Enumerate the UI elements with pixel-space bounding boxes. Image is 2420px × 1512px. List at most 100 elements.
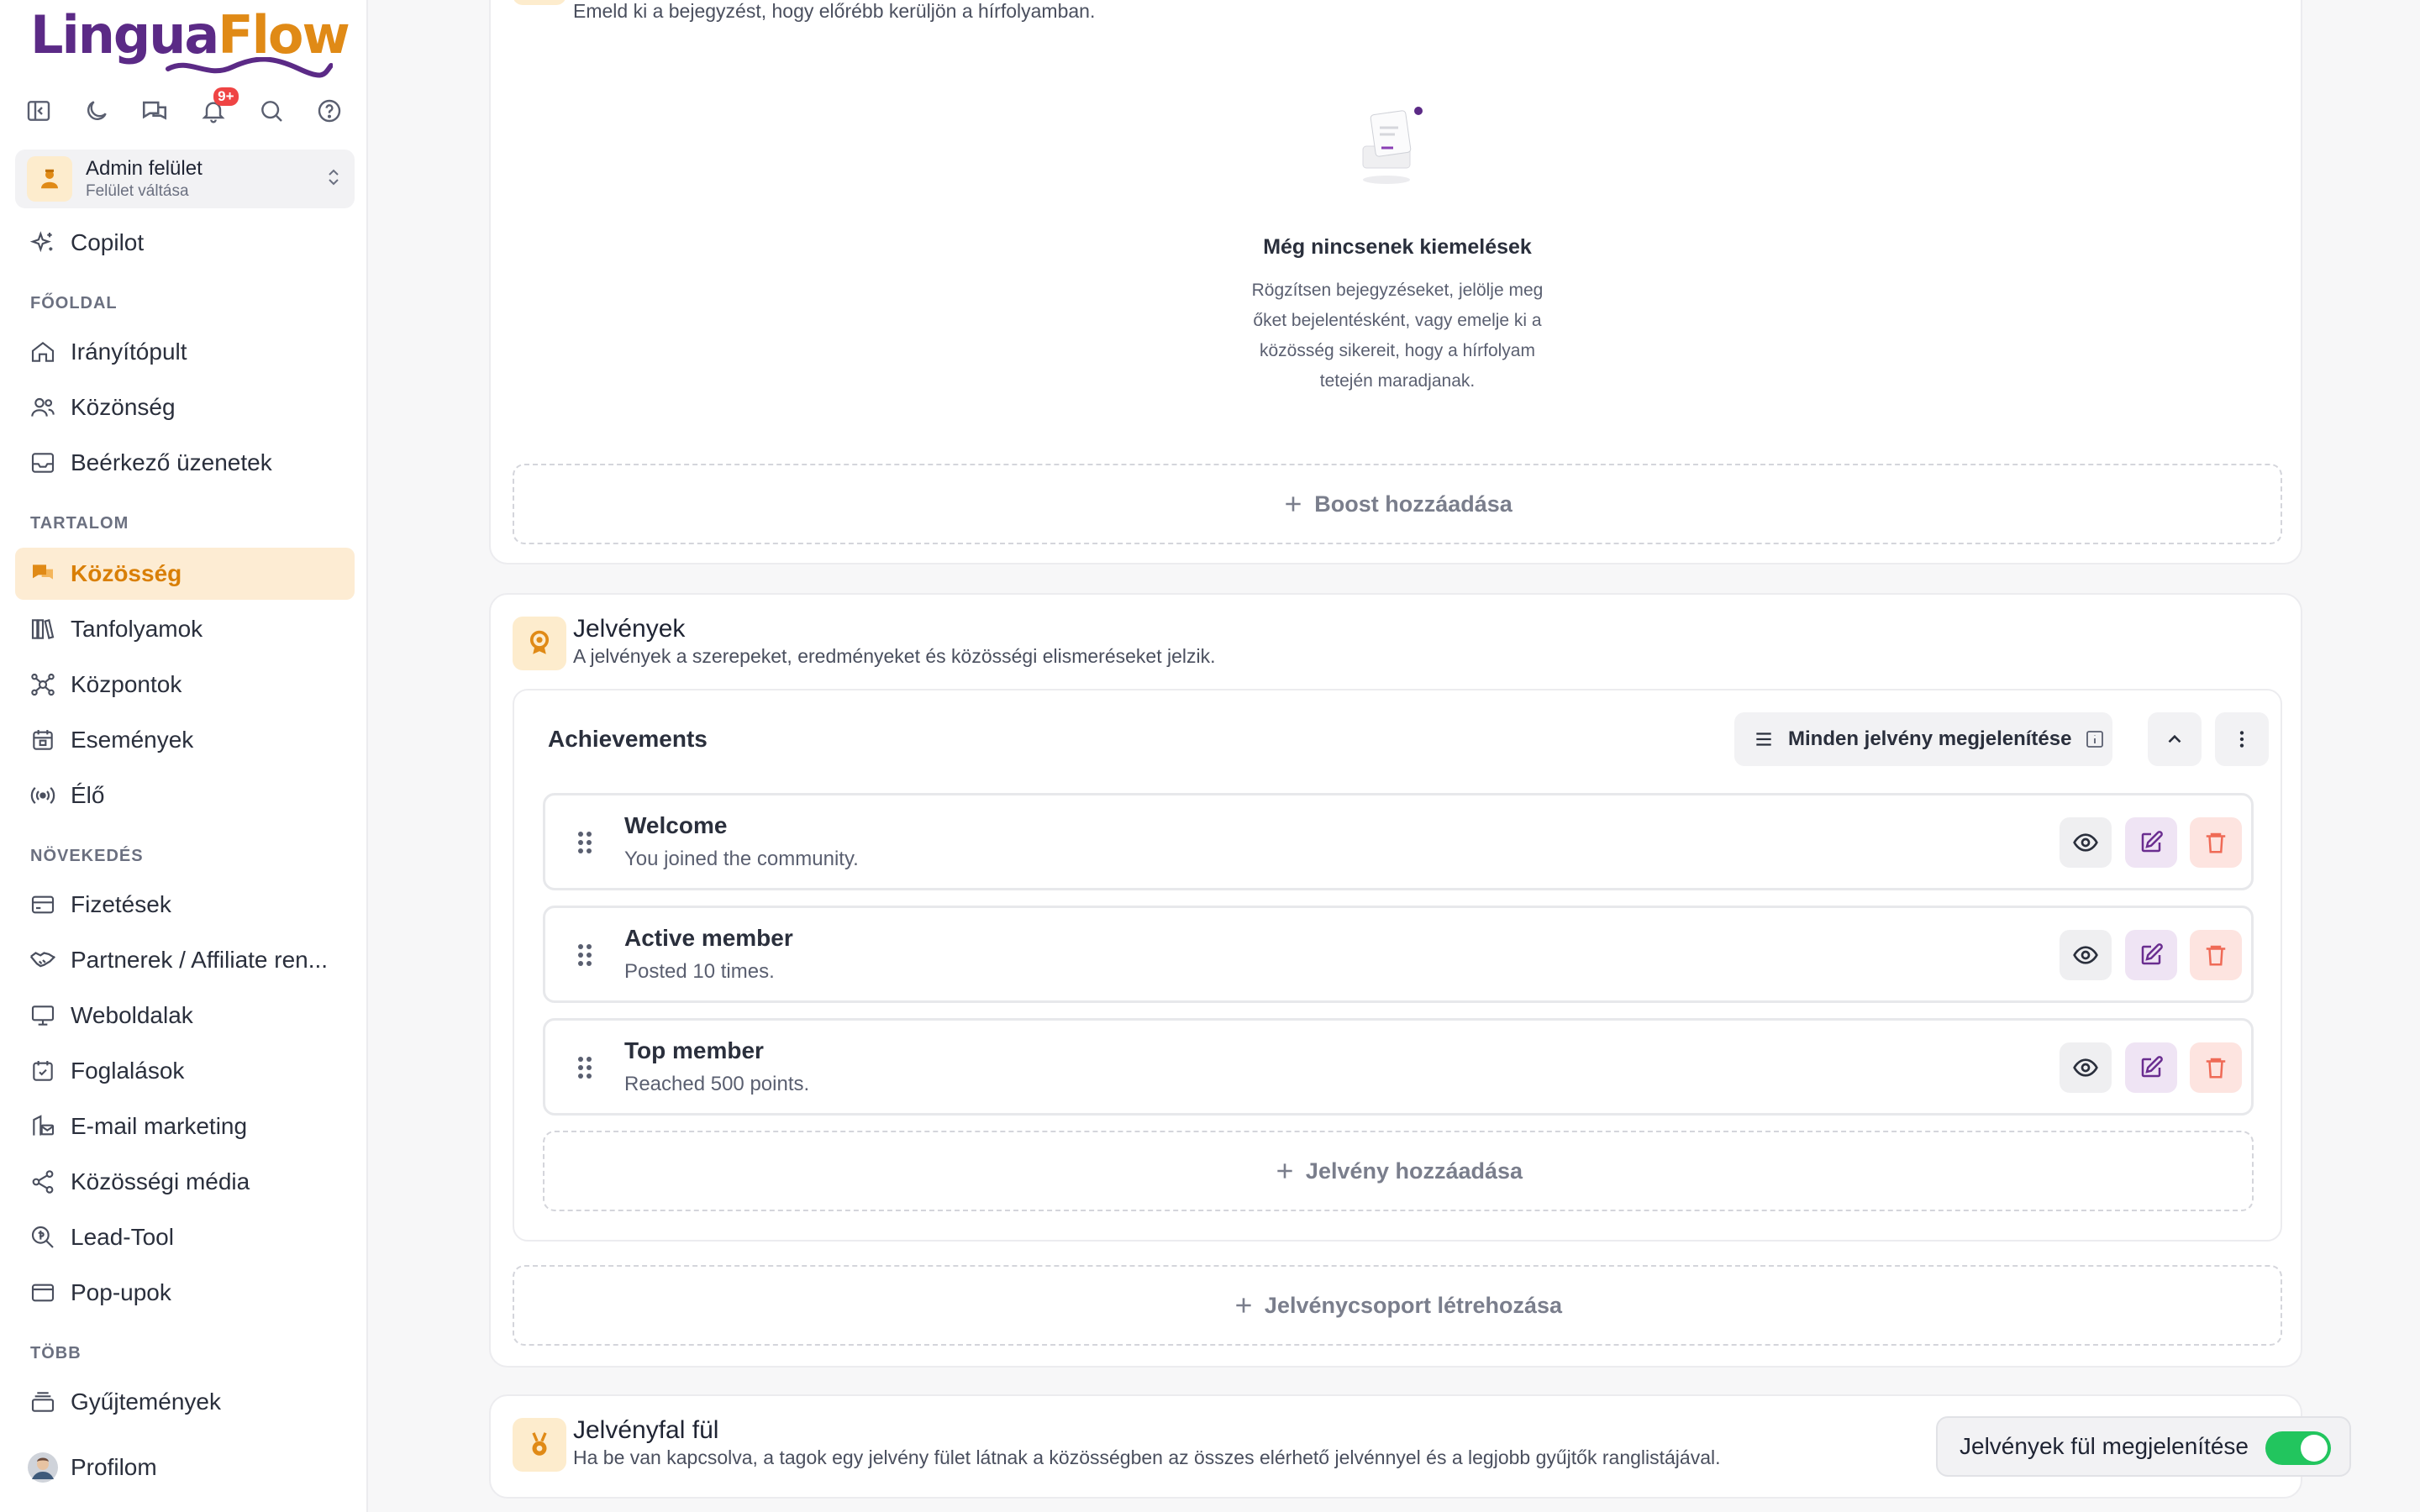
show-badge-tab-label: Jelvények fül megjelenítése xyxy=(1960,1433,2249,1459)
show-all-badges-button[interactable]: Minden jelvény megjelenítése xyxy=(1734,712,2112,766)
eye-icon xyxy=(2073,1058,2098,1077)
edit-badge-button[interactable] xyxy=(2125,1042,2177,1093)
community-chat-icon xyxy=(27,558,59,590)
badge-section-icon xyxy=(513,617,566,670)
nav-inbox[interactable]: Beérkező üzenetek xyxy=(15,437,355,489)
nav-label: Copilot xyxy=(71,229,145,255)
sparkles-icon xyxy=(27,227,59,259)
nav-copilot[interactable]: Copilot xyxy=(15,217,355,269)
trash-icon xyxy=(2206,1058,2226,1079)
collapse-sidebar-icon[interactable] xyxy=(20,92,57,129)
lead-magnet-icon xyxy=(27,1221,59,1253)
delete-badge-button[interactable] xyxy=(2190,817,2242,868)
badge-name: Welcome xyxy=(624,812,728,838)
nav-email-marketing[interactable]: E-mail marketing xyxy=(15,1100,355,1152)
nav-social-media[interactable]: Közösségi média xyxy=(15,1156,355,1208)
badge-description: You joined the community. xyxy=(624,848,859,870)
empty-line: tetején maradjanak. xyxy=(1319,371,1476,391)
eye-icon xyxy=(2073,946,2098,964)
handshake-icon xyxy=(27,944,59,976)
main-content: Emeld ki a bejegyzést, hogy előrébb kerü… xyxy=(370,0,2420,1512)
badge-row[interactable]: Top member Reached 500 points. xyxy=(543,1018,2254,1116)
info-icon[interactable] xyxy=(2085,729,2105,749)
create-badge-group-button[interactable]: Jelvénycsoport létrehozása xyxy=(513,1265,2282,1346)
show-badge-tab-setting[interactable]: Jelvények fül megjelenítése xyxy=(1936,1416,2351,1477)
switcher-title: Admin felület xyxy=(86,157,203,180)
view-badge-button[interactable] xyxy=(2060,1042,2112,1093)
add-badge-button[interactable]: Jelvény hozzáadása xyxy=(543,1131,2254,1211)
nav-label: E-mail marketing xyxy=(71,1113,248,1139)
eye-icon xyxy=(2073,833,2098,852)
nav-live[interactable]: Élő xyxy=(15,769,355,822)
broadcast-icon xyxy=(27,780,59,811)
popup-window-icon xyxy=(27,1277,59,1309)
badges-title: Jelvények xyxy=(573,615,686,643)
home-icon xyxy=(27,336,59,368)
section-label-home: FŐOLDAL xyxy=(30,294,118,312)
view-badge-button[interactable] xyxy=(2060,930,2112,980)
nav-audience[interactable]: Közönség xyxy=(15,381,355,433)
nav-popups[interactable]: Pop-upok xyxy=(15,1267,355,1319)
collapse-group-button[interactable] xyxy=(2148,712,2202,766)
nav-profile[interactable]: Profilom xyxy=(15,1441,355,1494)
calendar-check-icon xyxy=(27,1055,59,1087)
drag-handle-icon[interactable] xyxy=(576,829,594,856)
highlights-subtitle: Emeld ki a bejegyzést, hogy előrébb kerü… xyxy=(573,0,1096,22)
nav-events[interactable]: Események xyxy=(15,714,355,766)
badge-wall-card: Jelvényfal fül Ha be van kapcsolva, a ta… xyxy=(489,1394,2351,1499)
nav-affiliates[interactable]: Partnerek / Affiliate ren... xyxy=(15,934,355,986)
empty-line: Rögzítsen bejegyzéseket, jelölje meg xyxy=(1251,281,1544,300)
drag-handle-icon[interactable] xyxy=(576,942,594,969)
drag-handle-icon[interactable] xyxy=(576,1054,594,1081)
nav-payments[interactable]: Fizetések xyxy=(15,879,355,931)
show-badge-tab-toggle[interactable] xyxy=(2265,1431,2331,1465)
inbox-icon xyxy=(27,447,59,479)
badge-group-achievements: Achievements Minden jelvény megjelenítés… xyxy=(513,689,2282,1242)
admin-avatar xyxy=(27,156,72,202)
edit-badge-button[interactable] xyxy=(2125,930,2177,980)
share-icon xyxy=(27,1166,59,1198)
delete-badge-button[interactable] xyxy=(2190,1042,2242,1093)
switcher-subtitle: Felület váltása xyxy=(86,182,189,200)
nav-label: Tanfolyamok xyxy=(71,616,203,642)
nav-hubs[interactable]: Központok xyxy=(15,659,355,711)
nav-label: Irányítópult xyxy=(71,339,187,365)
search-icon[interactable] xyxy=(253,92,290,129)
view-badge-button[interactable] xyxy=(2060,817,2112,868)
nav-label: Központok xyxy=(71,671,182,697)
badges-card: Jelvények A jelvények a szerepeket, ered… xyxy=(489,593,2302,1368)
credit-card-icon xyxy=(27,889,59,921)
chat-icon[interactable] xyxy=(136,92,173,129)
dark-mode-icon[interactable] xyxy=(78,92,115,129)
medal-icon xyxy=(513,1418,566,1472)
nav-label: Fizetések xyxy=(71,891,171,917)
nav-courses[interactable]: Tanfolyamok xyxy=(15,603,355,655)
nav-community[interactable]: Közösség xyxy=(15,548,355,600)
help-icon[interactable] xyxy=(311,92,348,129)
nav-bookings[interactable]: Foglalások xyxy=(15,1045,355,1097)
group-more-options-button[interactable] xyxy=(2215,712,2269,766)
sidebar: LinguaFlow 9+ Admin felület Felület vált… xyxy=(0,0,368,1512)
badge-description: Posted 10 times. xyxy=(624,960,775,983)
workspace-switcher[interactable]: Admin felület Felület váltása xyxy=(15,150,355,208)
plus-icon xyxy=(1236,1298,1251,1313)
nav-label: Partnerek / Affiliate ren... xyxy=(71,947,329,973)
nav-websites[interactable]: Weboldalak xyxy=(15,990,355,1042)
badge-name: Active member xyxy=(624,925,793,951)
nav-label: Közönség xyxy=(71,394,176,420)
nav-lead-tool[interactable]: Lead-Tool xyxy=(15,1211,355,1263)
add-boost-button[interactable]: Boost hozzáadása xyxy=(513,464,2282,544)
calendar-icon xyxy=(27,724,59,756)
highlight-section-icon xyxy=(513,0,566,5)
highlights-card: Emeld ki a bejegyzést, hogy előrébb kerü… xyxy=(489,0,2302,564)
chevron-up-down-icon xyxy=(324,166,343,192)
nav-dashboard[interactable]: Irányítópult xyxy=(15,326,355,378)
edit-icon xyxy=(2141,943,2163,965)
badge-row[interactable]: Welcome You joined the community. xyxy=(543,793,2254,890)
nav-label: Közösségi média xyxy=(71,1168,250,1194)
nav-collections[interactable]: Gyűjtemények xyxy=(15,1376,355,1428)
delete-badge-button[interactable] xyxy=(2190,930,2242,980)
edit-badge-button[interactable] xyxy=(2125,817,2177,868)
badge-row[interactable]: Active member Posted 10 times. xyxy=(543,906,2254,1003)
notifications-icon[interactable]: 9+ xyxy=(195,87,239,129)
